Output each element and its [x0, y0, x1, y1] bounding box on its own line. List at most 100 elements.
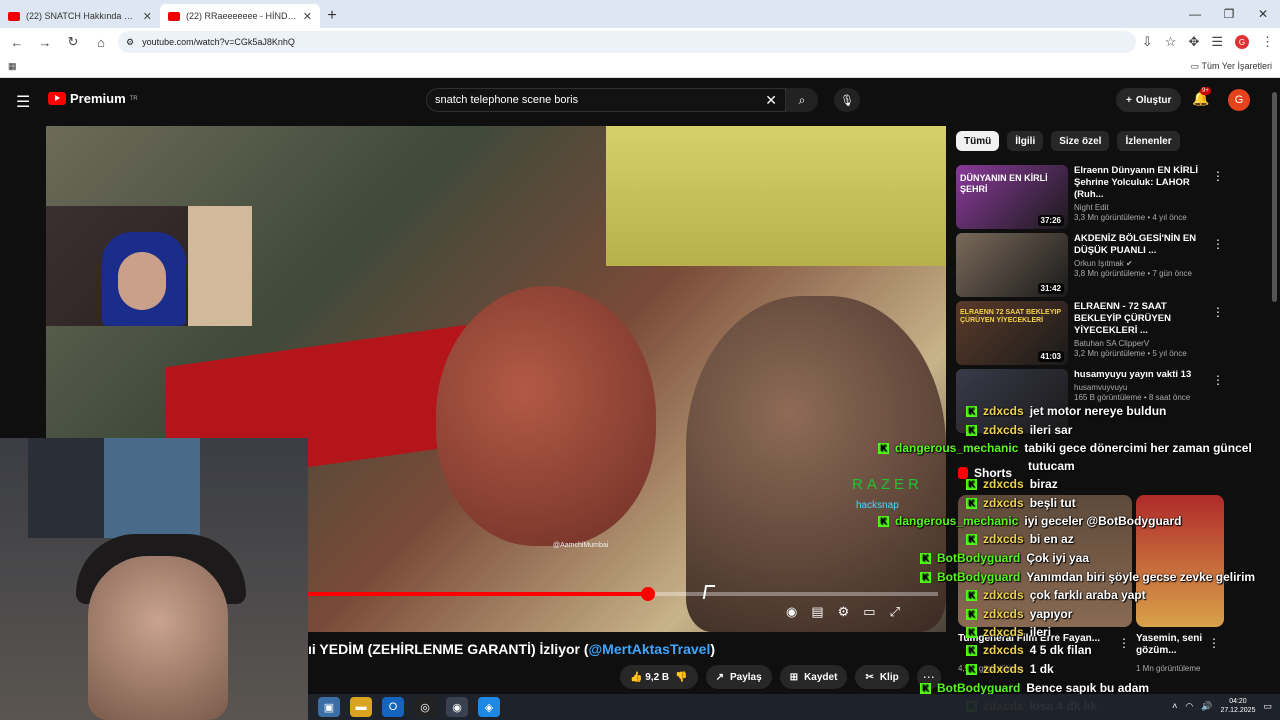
video-progress-bar[interactable] [308, 587, 938, 601]
close-tab-icon[interactable]: ✕ [143, 10, 152, 23]
channel-name[interactable]: husamvuyvuyu [1074, 383, 1210, 392]
browser-tab[interactable]: (22) SNATCH Hakkında 19 Harika... ✕ [0, 4, 160, 28]
video-thumbnail[interactable]: 31:42 [956, 233, 1068, 297]
restore-icon[interactable]: ❐ [1212, 0, 1246, 28]
autoplay-toggle-icon[interactable]: ◉ [786, 604, 797, 620]
clay-pot [436, 286, 656, 546]
app-icon[interactable]: ◈ [478, 697, 500, 717]
chevron-up-icon[interactable]: ˄ [1172, 701, 1177, 711]
chip-all[interactable]: Tümü [956, 131, 1000, 151]
file-explorer-icon[interactable]: ▬ [350, 697, 372, 717]
chat-text: yapıyor [1029, 607, 1073, 621]
outlook-icon[interactable]: O [382, 697, 404, 717]
short-more-icon[interactable]: ⋮ [1208, 636, 1220, 650]
youtube-logo[interactable]: Premium TR [48, 91, 138, 106]
channel-name[interactable]: Night Edit [1074, 203, 1210, 212]
address-bar[interactable]: ⚙ youtube.com/watch?v=CGk5aJ8KnhQ [118, 31, 1136, 53]
chat-text: çok farklı araba yapt [1029, 588, 1146, 602]
clear-search-icon[interactable]: ✕ [765, 92, 777, 109]
back-icon[interactable]: ← [6, 35, 28, 50]
extensions-icon[interactable]: ✥ [1188, 34, 1199, 50]
clip-button[interactable]: ✂ Klip [855, 665, 909, 689]
chat-text: Bence sapık bu adam [1026, 681, 1150, 695]
video-title[interactable]: husamyuyu yayın vakti 13 [1074, 369, 1210, 381]
share-icon: ↗ [715, 671, 724, 683]
video-title[interactable]: Elraenn Dünyanın EN KİRLİ Şehrine Yolcul… [1074, 165, 1210, 201]
youtube-header: ☰ Premium TR snatch telephone scene bori… [0, 80, 1280, 120]
video-thumbnail[interactable]: DÜNYANIN EN KİRLİ ŞEHRİ 37:26 [956, 165, 1068, 229]
kick-badge-icon: K [920, 571, 931, 583]
kick-badge-icon: K [966, 589, 977, 601]
store-icon[interactable]: ▣ [318, 697, 340, 717]
chrome-icon[interactable]: ◉ [446, 697, 468, 717]
chat-message: Kzdxcds biraz [966, 477, 1058, 491]
app-icon[interactable]: ◎ [414, 697, 436, 717]
video-title[interactable]: AKDENİZ BÖLGESİ'NİN EN DÜŞÜK PUANLI ... [1074, 233, 1210, 257]
notifications-icon[interactable]: ▭ [1263, 701, 1272, 712]
recommended-video[interactable]: ELRAENN 72 SAAT BEKLEYIP ÇÜRÜYEN YİYECEK… [956, 301, 1256, 369]
dislike-button[interactable]: 👎 [675, 672, 687, 683]
clock[interactable]: 04:20 27.12.2025 [1220, 697, 1255, 715]
channel-name[interactable]: Batuhan SA ClipperV [1074, 339, 1210, 348]
more-options-icon[interactable]: ⋮ [1212, 305, 1224, 319]
channel-name[interactable]: Orkun Işıtmak ✔ [1074, 259, 1210, 268]
new-tab-button[interactable]: + [320, 4, 344, 28]
chip-related[interactable]: İlgili [1007, 131, 1044, 151]
settings-gear-icon[interactable]: ⚙ [838, 604, 850, 620]
recommended-video[interactable]: DÜNYANIN EN KİRLİ ŞEHRİ 37:26 Elraenn Dü… [956, 165, 1256, 233]
video-title[interactable]: ELRAENN - 72 SAAT BEKLEYİP ÇÜRÜYEN YİYEC… [1074, 301, 1210, 337]
install-icon[interactable]: ⇩ [1142, 34, 1153, 50]
site-info-icon[interactable]: ⚙ [126, 37, 134, 48]
chat-username: dangerous_mechanic [895, 514, 1019, 528]
reading-list-icon[interactable]: ☰ [1211, 34, 1223, 50]
chip-for-you[interactable]: Size özel [1051, 131, 1110, 151]
verified-icon: ✔ [1126, 259, 1133, 268]
save-button[interactable]: ⊞ Kaydet [779, 665, 848, 689]
reload-icon[interactable]: ↻ [62, 34, 84, 50]
browser-tab-active[interactable]: (22) RRaeeeeeee - HİNDİSTAN... ✕ [160, 4, 320, 28]
search-input[interactable]: snatch telephone scene boris ✕ [426, 88, 786, 112]
forward-icon[interactable]: → [34, 35, 56, 50]
create-button[interactable]: + Oluştur [1116, 88, 1182, 112]
chat-message: Kzdxcds beşli tut [966, 496, 1076, 510]
account-avatar[interactable]: G [1228, 89, 1250, 111]
page-scrollbar[interactable] [1270, 84, 1278, 696]
title-mention-link[interactable]: @MertAktasTravel [589, 641, 711, 657]
video-thumbnail[interactable]: ELRAENN 72 SAAT BEKLEYIP ÇÜRÜYEN YİYECEK… [956, 301, 1068, 365]
minimize-icon[interactable]: — [1178, 0, 1212, 28]
video-stats: 3,2 Mn görüntüleme • 5 yıl önce [1074, 349, 1187, 358]
close-tab-icon[interactable]: ✕ [303, 10, 312, 23]
subtitles-icon[interactable]: ▤ [811, 604, 823, 620]
short-title[interactable]: Yasemin, seni gözüm... [1136, 633, 1206, 657]
wifi-icon[interactable]: ◠ [1185, 701, 1193, 712]
menu-icon[interactable]: ⋮ [1261, 34, 1274, 50]
home-icon[interactable]: ⌂ [90, 35, 112, 50]
chat-message: Kzdxcds çok farklı araba yapt [966, 588, 1146, 602]
bookmark-star-icon[interactable]: ☆ [1165, 34, 1177, 50]
share-button[interactable]: ↗ Paylaş [705, 665, 772, 689]
market-awning [606, 126, 946, 266]
notifications-button[interactable]: 🔔 9+ [1192, 87, 1211, 107]
voice-search-button[interactable]: 🎙 [834, 88, 860, 112]
search-button[interactable]: ⌕ [786, 88, 818, 112]
more-options-icon[interactable]: ⋮ [1212, 237, 1224, 251]
more-options-icon[interactable]: ⋮ [1212, 169, 1224, 183]
profile-avatar[interactable]: G [1235, 35, 1249, 49]
short-more-icon[interactable]: ⋮ [1118, 636, 1130, 650]
chat-message: Kzdxcds yapıyor [966, 607, 1072, 621]
menu-hamburger-icon[interactable]: ☰ [16, 92, 30, 112]
recommended-video[interactable]: 31:42 AKDENİZ BÖLGESİ'NİN EN DÜŞÜK PUANL… [956, 233, 1256, 301]
video-stats: 3,8 Mn görüntüleme • 7 gün önce [1074, 269, 1192, 278]
short-views: 1 Mn görüntüleme [1136, 664, 1201, 673]
more-options-icon[interactable]: ⋮ [1212, 373, 1224, 387]
apps-icon[interactable]: ▦ [8, 61, 17, 72]
all-bookmarks[interactable]: ▭ Tüm Yer İşaretleri [1191, 61, 1272, 72]
volume-icon[interactable]: 🔊 [1201, 701, 1212, 712]
like-button[interactable]: 👍 9,2 B [630, 672, 669, 683]
chip-watched[interactable]: İzlenenler [1117, 131, 1180, 151]
chat-message: K BotBodyguard Yanımdan biri şöyle gecse z… [920, 570, 1255, 584]
fullscreen-icon[interactable]: ⤢ [890, 604, 900, 620]
theater-mode-icon[interactable]: ▭ [863, 604, 875, 620]
plus-icon: + [1126, 94, 1132, 106]
close-window-icon[interactable]: ✕ [1246, 0, 1280, 28]
